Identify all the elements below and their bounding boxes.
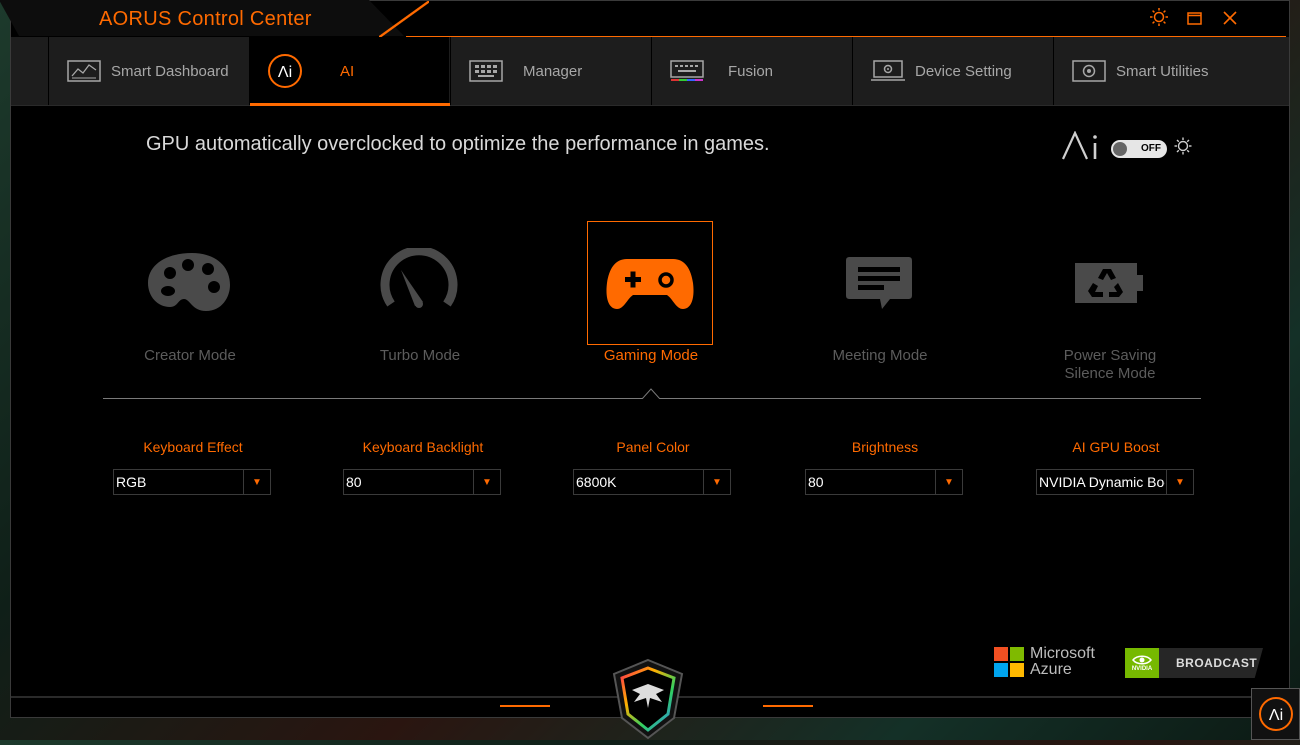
setting-label: Keyboard Effect xyxy=(143,439,243,455)
tab-label: Smart Utilities xyxy=(1116,62,1209,80)
dropdown-value: NVIDIA Dynamic Boost xyxy=(1039,474,1165,490)
palette-icon xyxy=(126,221,252,345)
ai-icon: Λi xyxy=(1258,697,1293,731)
azure-line1: Microsoft xyxy=(1030,645,1095,662)
ai-logo-icon xyxy=(1061,130,1101,166)
chevron-down-icon[interactable]: ▼ xyxy=(473,470,500,494)
tab-label: Fusion xyxy=(728,62,774,80)
utilities-icon xyxy=(1072,59,1106,83)
microsoft-azure-logo: Microsoft Azure xyxy=(994,646,1095,678)
mode-label: Turbo Mode xyxy=(379,347,461,364)
app-title: AORUS Control Center xyxy=(99,8,312,30)
nvidia-eye-icon: NVIDIA xyxy=(1125,648,1159,678)
dropdown-value: 6800K xyxy=(576,474,617,490)
mode-gaming[interactable]: Gaming Mode xyxy=(587,221,715,365)
tab-label: Device Setting xyxy=(915,62,1012,80)
svg-text:Λi: Λi xyxy=(278,64,292,81)
aorus-emblem-logo xyxy=(606,656,690,740)
tab-label: AI xyxy=(340,62,355,80)
ai-icon: Λi xyxy=(266,52,304,90)
setting-keyboard-backlight: Keyboard Backlight 80 ▼ xyxy=(343,439,503,495)
keyboard-backlight-dropdown[interactable]: 80 ▼ xyxy=(343,469,501,495)
mode-description: GPU automatically overclocked to optimiz… xyxy=(146,133,770,155)
toggle-knob xyxy=(1113,141,1127,156)
ai-toggle-switch[interactable]: OFF xyxy=(1111,139,1167,158)
mode-label: Meeting Mode xyxy=(832,347,928,364)
setting-label: AI GPU Boost xyxy=(1072,439,1160,455)
mode-turbo[interactable]: Turbo Mode xyxy=(356,221,484,365)
nvidia-broadcast-logo: NVIDIA BROADCAST xyxy=(1125,648,1263,678)
tab-smart-utilities[interactable]: Smart Utilities xyxy=(1053,37,1255,105)
broadcast-label: BROADCAST xyxy=(1176,656,1258,670)
tab-fusion[interactable]: Fusion xyxy=(651,37,851,105)
recycle-battery-icon xyxy=(1046,221,1172,345)
mode-label: Creator Mode xyxy=(144,347,236,364)
floating-ai-button[interactable]: Λi xyxy=(1251,688,1300,740)
setting-ai-gpu-boost: AI GPU Boost NVIDIA Dynamic Boost ▼ xyxy=(1036,439,1196,495)
setting-label: Panel Color xyxy=(616,439,690,455)
dashboard-icon xyxy=(67,59,101,83)
mode-label: Power Saving Silence Mode xyxy=(1063,347,1157,382)
chevron-down-icon[interactable]: ▼ xyxy=(1166,470,1193,494)
setting-panel-color: Panel Color 6800K ▼ xyxy=(573,439,733,495)
toggle-state-label: OFF xyxy=(1141,142,1161,154)
ai-settings-gear-icon[interactable] xyxy=(1173,136,1193,161)
selected-mode-caret xyxy=(642,388,660,399)
panel-color-dropdown[interactable]: 6800K ▼ xyxy=(573,469,731,495)
tab-label: Manager xyxy=(523,62,583,80)
speedometer-icon xyxy=(356,221,482,345)
brightness-dropdown[interactable]: 80 ▼ xyxy=(805,469,963,495)
chevron-down-icon[interactable]: ▼ xyxy=(935,470,962,494)
manager-icon xyxy=(469,59,503,83)
mode-label: Gaming Mode xyxy=(603,347,699,364)
setting-label: Keyboard Backlight xyxy=(362,439,484,455)
dropdown-value: 80 xyxy=(346,474,362,490)
chevron-down-icon[interactable]: ▼ xyxy=(703,470,730,494)
app-window: AORUS Control Center Smart Dashboard Λi … xyxy=(0,0,1290,718)
bottom-accent-right xyxy=(763,705,813,707)
bottom-accent-left xyxy=(500,705,550,707)
mode-meeting[interactable]: Meeting Mode xyxy=(816,221,944,365)
tab-ai[interactable]: Λi AI xyxy=(249,37,450,106)
tab-smart-dashboard[interactable]: Smart Dashboard xyxy=(48,37,248,105)
tab-device-setting[interactable]: Device Setting xyxy=(852,37,1052,105)
nvidia-badge: NVIDIA xyxy=(1131,666,1153,672)
tab-label: Smart Dashboard xyxy=(111,62,229,80)
setting-brightness: Brightness 80 ▼ xyxy=(805,439,965,495)
azure-line2: Azure xyxy=(1030,661,1072,678)
chat-bubble-icon xyxy=(816,221,942,345)
close-icon[interactable] xyxy=(1222,10,1238,31)
setting-label: Brightness xyxy=(851,439,919,455)
brightness-icon[interactable] xyxy=(1149,7,1169,32)
ai-toggle-group: OFF xyxy=(1061,130,1193,166)
title-bar-accent xyxy=(379,1,429,37)
svg-text:Λi: Λi xyxy=(1268,707,1282,724)
monitor-gear-icon xyxy=(871,59,905,83)
ai-gpu-boost-dropdown[interactable]: NVIDIA Dynamic Boost ▼ xyxy=(1036,469,1194,495)
microsoft-windows-icon xyxy=(994,647,1024,677)
dropdown-value: 80 xyxy=(808,474,824,490)
restore-icon[interactable] xyxy=(1186,10,1204,31)
chevron-down-icon[interactable]: ▼ xyxy=(243,470,270,494)
tab-manager[interactable]: Manager xyxy=(450,37,650,105)
dropdown-value: RGB xyxy=(116,474,147,490)
keyboard-effect-dropdown[interactable]: RGB ▼ xyxy=(113,469,271,495)
main-tab-bar: Smart Dashboard Λi AI Manager Fusion Dev… xyxy=(11,37,1289,106)
mode-creator[interactable]: Creator Mode xyxy=(126,221,254,365)
mode-power-saving[interactable]: Power Saving Silence Mode xyxy=(1046,221,1174,383)
gamepad-icon xyxy=(587,221,713,345)
setting-keyboard-effect: Keyboard Effect RGB ▼ xyxy=(113,439,273,495)
keyboard-rgb-icon xyxy=(670,59,704,83)
